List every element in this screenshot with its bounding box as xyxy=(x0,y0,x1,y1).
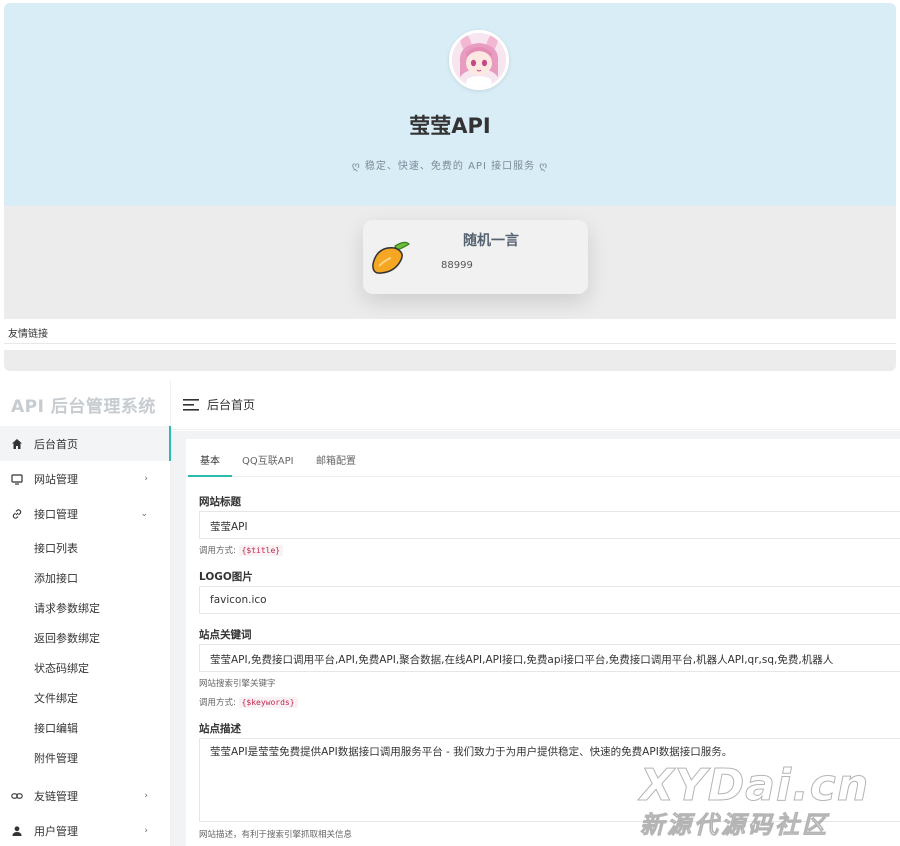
site-title: 莹莹API xyxy=(409,114,491,138)
sidebar-item-friend-links[interactable]: 友链管理 › xyxy=(0,778,170,813)
tab-qq-connect[interactable]: QQ互联API xyxy=(242,452,294,467)
tab-email-config[interactable]: 邮箱配置 xyxy=(316,452,356,467)
leaf-icon: ღ xyxy=(535,161,549,172)
title-code: {$title} xyxy=(238,545,284,556)
anime-girl-avatar-icon xyxy=(452,33,506,87)
sidebar-item-label: 用户管理 xyxy=(34,824,78,838)
friend-links-label: 友情链接 xyxy=(4,319,896,344)
keywords-label: 站点关键词 xyxy=(199,629,252,641)
mango-icon xyxy=(372,241,410,274)
sidebar-item-label: 接口管理 xyxy=(34,507,78,521)
api-submenu: 接口列表 添加接口 请求参数绑定 返回参数绑定 状态码绑定 文件绑定 接口编辑 … xyxy=(0,531,170,774)
link-icon xyxy=(10,507,24,521)
sidebar-item-label: 友链管理 xyxy=(34,789,78,803)
description-help: 网站描述，有利于搜索引擎抓取相关信息 xyxy=(199,830,353,840)
quote-title: 随机一言 xyxy=(463,233,519,249)
logo-input[interactable]: favicon.ico xyxy=(199,586,900,614)
submenu-item-response-params[interactable]: 返回参数绑定 xyxy=(0,624,170,654)
site-title-input[interactable]: 莹莹API xyxy=(199,511,900,539)
site-title-label: 网站标题 xyxy=(199,496,241,508)
sidebar-item-api-management[interactable]: 接口管理 ⌄ xyxy=(0,496,170,531)
admin-brand: API 后台管理系统 xyxy=(11,397,156,417)
monitor-icon xyxy=(10,472,24,486)
sidebar-item-label: 网站管理 xyxy=(34,472,78,486)
chevron-down-icon: ⌄ xyxy=(140,508,148,519)
hero-banner: 莹莹API ღ 稳定、快速、免费的 API 接口服务 ღ xyxy=(4,3,896,206)
submenu-item-request-params[interactable]: 请求参数绑定 xyxy=(0,594,170,624)
submenu-item-file-binding[interactable]: 文件绑定 xyxy=(0,684,170,714)
keywords-help: 网站搜索引擎关键字 xyxy=(199,679,276,689)
description-textarea[interactable]: 莹莹API是莹莹免费提供API数据接口调用服务平台 - 我们致力于为用户提供稳定… xyxy=(199,738,900,822)
hamburger-menu-icon[interactable] xyxy=(183,398,199,412)
home-icon xyxy=(10,437,24,451)
help-prefix: 调用方式: xyxy=(199,698,236,708)
slogan-text: 稳定、快速、免费的 API 接口服务 xyxy=(364,161,536,172)
description-label: 站点描述 xyxy=(199,723,241,735)
footer-bar xyxy=(4,350,896,371)
settings-tabs: 基本 QQ互联API 邮箱配置 xyxy=(186,439,900,477)
quote-text: 88999 xyxy=(441,260,473,271)
keywords-usage: 调用方式: {$keywords} xyxy=(199,696,298,708)
logo-label: LOGO图片 xyxy=(199,571,253,583)
sidebar-item-user-management[interactable]: 用户管理 › xyxy=(0,813,170,846)
avatar xyxy=(449,30,509,90)
chevron-right-icon: › xyxy=(144,825,148,836)
keywords-code: {$keywords} xyxy=(238,697,298,708)
keywords-input[interactable]: 莹莹API,免费接口调用平台,API,免费API,聚合数据,在线API,API接… xyxy=(199,644,900,672)
chain-icon xyxy=(10,789,24,803)
breadcrumb: 后台首页 xyxy=(207,398,256,412)
submenu-item-status-codes[interactable]: 状态码绑定 xyxy=(0,654,170,684)
chevron-right-icon: › xyxy=(144,473,148,484)
help-prefix: 调用方式: xyxy=(199,546,236,556)
random-quote-card[interactable]: 随机一言 88999 xyxy=(363,220,588,294)
sidebar: API 后台管理系统 后台首页 网站管理 › 接口管理 ⌄ 接口列表 添加接口 … xyxy=(0,380,171,846)
settings-panel: 基本 QQ互联API 邮箱配置 网站标题 莹莹API 调用方式: {$title… xyxy=(186,439,900,846)
user-icon xyxy=(10,824,24,838)
submenu-item-add-api[interactable]: 添加接口 xyxy=(0,564,170,594)
leaf-icon: ღ xyxy=(351,161,365,172)
submenu-item-attachments[interactable]: 附件管理 xyxy=(0,744,170,774)
sidebar-item-label: 后台首页 xyxy=(34,437,78,451)
submenu-item-api-list[interactable]: 接口列表 xyxy=(0,534,170,564)
site-slogan: ღ 稳定、快速、免费的 API 接口服务 ღ xyxy=(4,157,896,172)
site-title-help: 调用方式: {$title} xyxy=(199,544,284,556)
sidebar-item-dashboard[interactable]: 后台首页 xyxy=(0,426,171,461)
admin-topbar: 后台首页 xyxy=(171,380,900,430)
submenu-item-api-edit[interactable]: 接口编辑 xyxy=(0,714,170,744)
tab-basic[interactable]: 基本 xyxy=(200,452,220,467)
sidebar-item-site-management[interactable]: 网站管理 › xyxy=(0,461,170,496)
chevron-right-icon: › xyxy=(144,790,148,801)
active-tab-indicator xyxy=(188,475,232,477)
